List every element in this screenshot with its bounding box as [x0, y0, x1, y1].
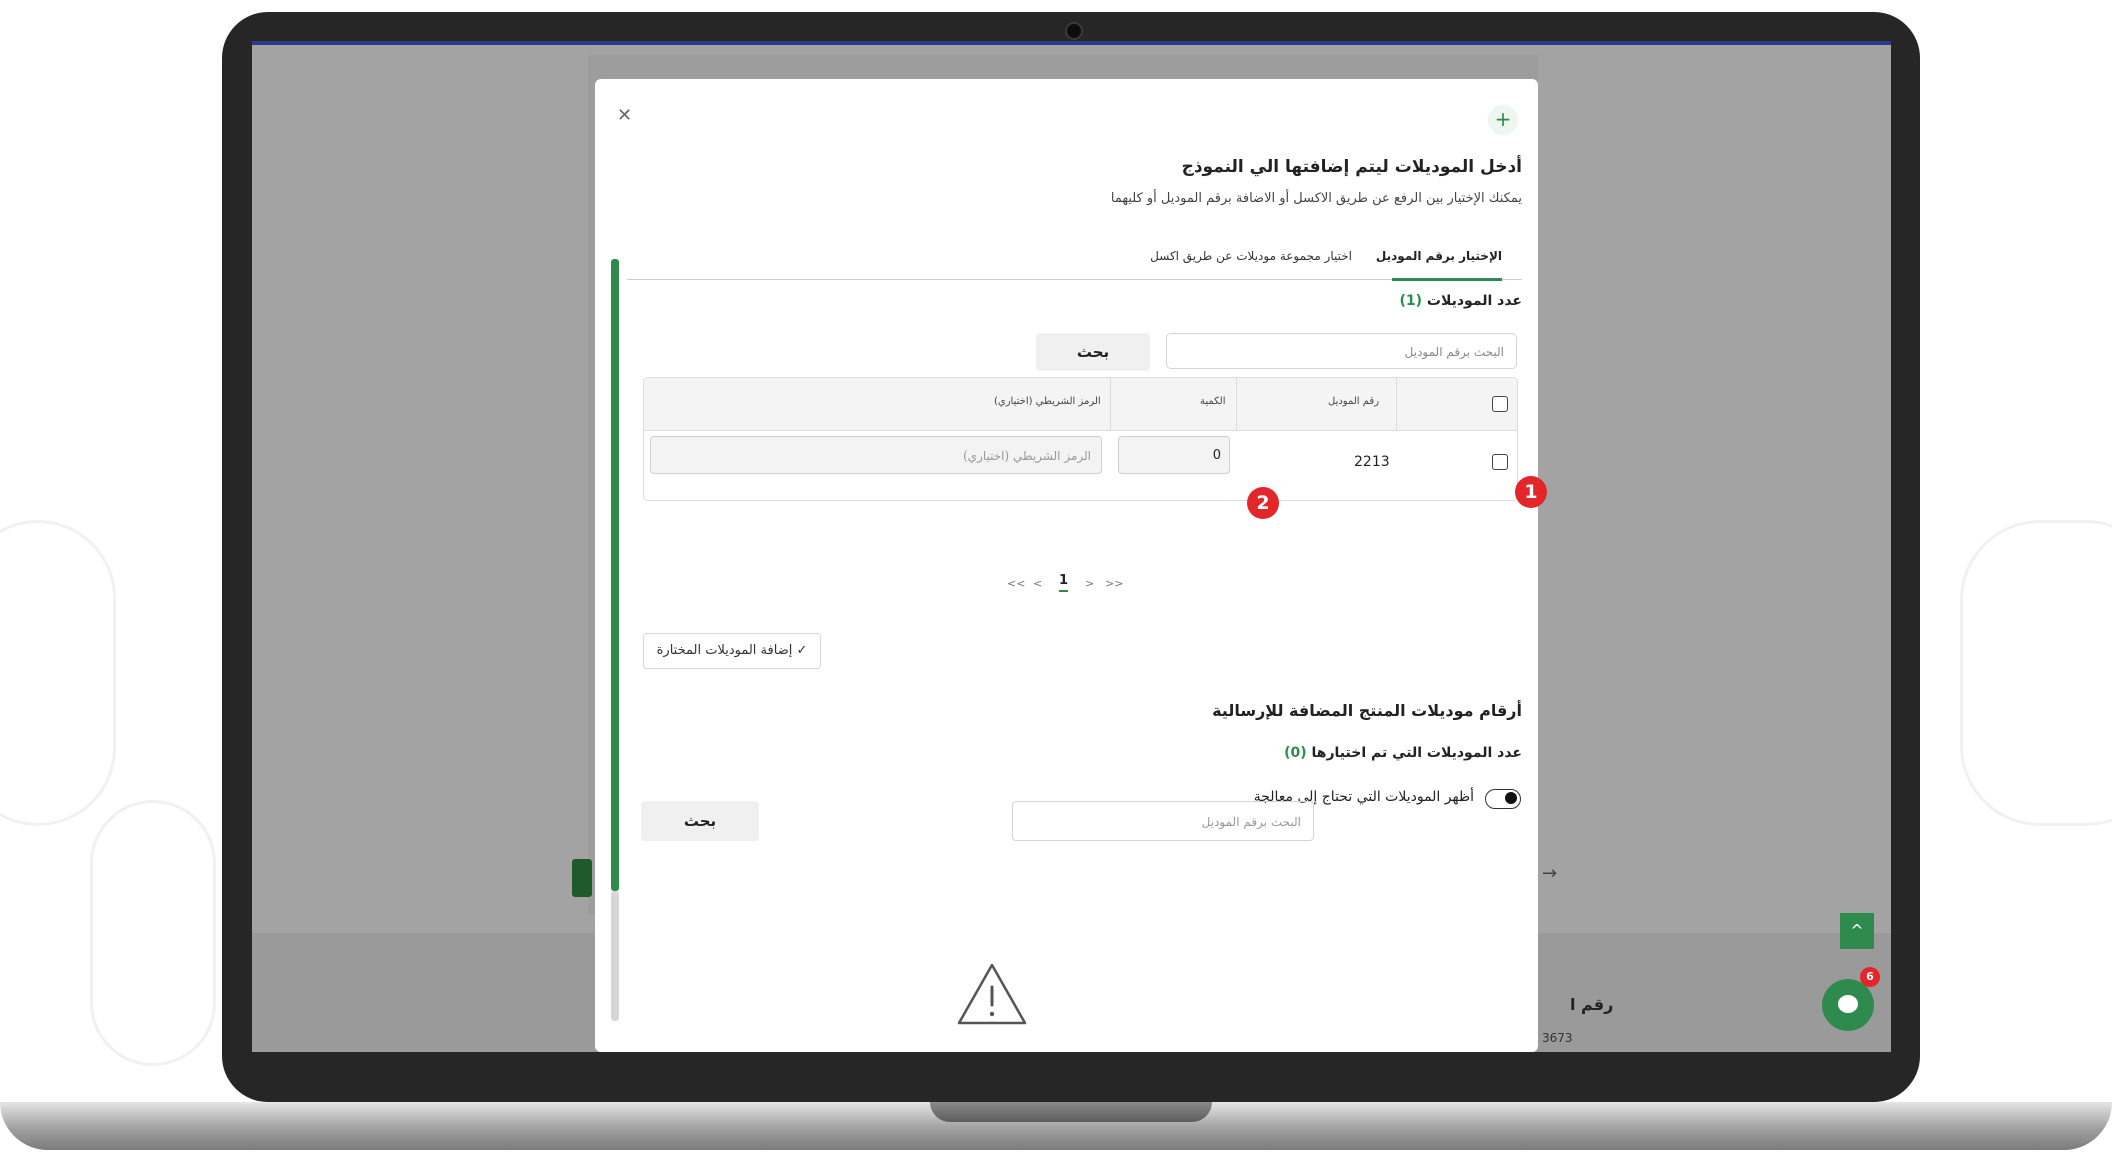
section-title-added-models: أرقام موديلات المنتج المضافة للإرسالية: [1212, 701, 1522, 720]
browser-top-line: [252, 41, 1891, 45]
row-checkbox[interactable]: [1492, 454, 1508, 470]
selected-count: عدد الموديلات التي تم اختيارها (0): [1284, 745, 1522, 761]
column-divider: [1396, 378, 1397, 430]
toggle-knob: [1505, 792, 1517, 804]
tab-select-by-model-number[interactable]: الإختيار برقم الموديل: [1376, 249, 1502, 263]
close-icon[interactable]: ✕: [617, 105, 632, 126]
tab-select-by-excel[interactable]: اختيار مجموعة موديلات عن طريق اكسل: [1150, 249, 1352, 263]
warning-icon: [957, 963, 1027, 1025]
background-decoration: [1960, 520, 2112, 826]
models-count: عدد الموديلات (1): [1399, 293, 1522, 309]
models-count-label: عدد الموديلات: [1426, 293, 1522, 309]
needs-processing-toggle[interactable]: [1485, 789, 1521, 809]
models-table: رقم الموديل الكمية الرمز الشريطي (اختيار…: [643, 377, 1518, 501]
selected-count-value: (0): [1284, 745, 1307, 761]
scroll-top-button[interactable]: ^: [1840, 913, 1874, 949]
table-header: رقم الموديل الكمية الرمز الشريطي (اختيار…: [644, 378, 1517, 431]
laptop-notch: [930, 1102, 1212, 1122]
models-count-value: (1): [1399, 293, 1423, 309]
background-footer-label: رقم ا: [1570, 995, 1614, 1014]
add-models-modal: ✕ + أدخل الموديلات ليتم إضافتها الي النم…: [595, 79, 1538, 1052]
header-barcode: الرمز الشريطي (اختياري): [994, 396, 1101, 407]
laptop-screen: → رقم ا 3673 ^ 6 ✕ + أدخل الموديلات ليتم…: [252, 41, 1891, 1052]
prev-page-link[interactable]: <: [1033, 577, 1042, 590]
added-search-button[interactable]: بحث: [641, 801, 759, 841]
background-footer-number: 3673: [1542, 1031, 1573, 1045]
row-model-number: 2213: [1354, 454, 1390, 470]
progress-scrollbar[interactable]: [611, 259, 619, 891]
quantity-input[interactable]: 0: [1118, 436, 1230, 474]
background-button: [572, 859, 592, 897]
select-all-checkbox[interactable]: [1492, 396, 1508, 412]
plus-icon: +: [1488, 105, 1518, 135]
modal-title: أدخل الموديلات ليتم إضافتها الي النموذج: [1181, 157, 1522, 177]
next-page-link[interactable]: >: [1085, 577, 1094, 590]
chat-icon: [1838, 995, 1858, 1013]
last-page-link[interactable]: >>: [1105, 577, 1123, 590]
active-tab-indicator: [1392, 278, 1502, 281]
annotation-badge-1: 1: [1515, 476, 1547, 508]
search-button[interactable]: بحث: [1036, 333, 1150, 371]
background-decoration: [0, 520, 116, 826]
chat-notification-badge: 6: [1860, 967, 1880, 987]
chat-button[interactable]: 6: [1822, 967, 1880, 1031]
add-selected-models-button[interactable]: ✓ إضافة الموديلات المختارة: [643, 633, 821, 669]
annotation-badge-2: 2: [1247, 487, 1279, 519]
header-model-number: رقم الموديل: [1328, 396, 1380, 407]
tabs: الإختيار برقم الموديل اختيار مجموعة مودي…: [627, 239, 1522, 281]
model-search-input[interactable]: البحث برقم الموديل: [1166, 333, 1517, 369]
camera-icon: [1065, 22, 1083, 40]
header-quantity: الكمية: [1200, 396, 1226, 407]
selected-count-label: عدد الموديلات التي تم اختيارها: [1311, 745, 1522, 761]
first-page-link[interactable]: <<: [1007, 577, 1025, 590]
background-decoration: [90, 800, 216, 1066]
current-page[interactable]: 1: [1059, 573, 1069, 592]
arrow-icon: →: [1542, 863, 1558, 884]
added-model-search-input[interactable]: البحث برقم الموديل: [1012, 801, 1314, 841]
column-divider: [1236, 378, 1237, 430]
modal-subtitle: يمكنك الإختيار بين الرفع عن طريق الاكسل …: [1110, 191, 1522, 206]
barcode-input[interactable]: الرمز الشريطي (اختياري): [650, 436, 1102, 474]
scrollbar-track: [611, 891, 619, 1021]
pagination: << < 1 > >>: [1007, 573, 1147, 601]
column-divider: [1110, 378, 1111, 430]
